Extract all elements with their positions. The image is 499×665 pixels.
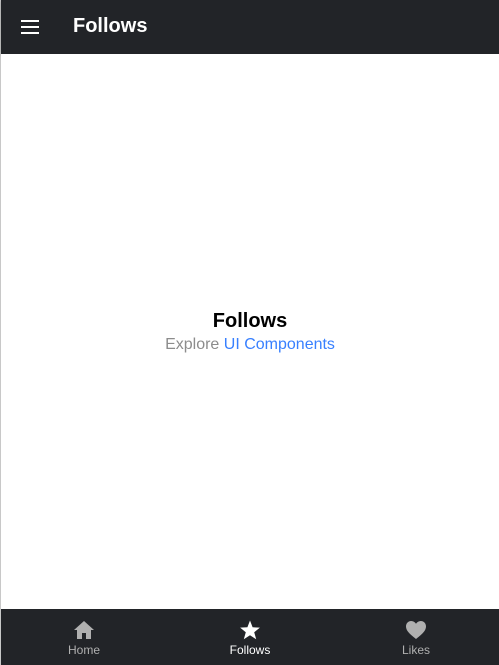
bottom-tab-bar: Home Follows Likes — [1, 609, 499, 665]
home-icon — [72, 619, 96, 641]
heart-icon — [404, 619, 428, 641]
tab-home-label: Home — [67, 643, 100, 657]
tab-home[interactable]: Home — [1, 609, 167, 665]
explore-line: Explore UI Components — [1, 335, 499, 355]
ui-components-link[interactable]: UI Components — [224, 336, 335, 353]
content-title: Follows — [212, 310, 288, 332]
explore-text: Explore — [165, 336, 220, 353]
empty-state: Follows Explore UI Components — [1, 309, 499, 355]
star-icon — [238, 619, 262, 641]
tab-likes-label: Likes — [401, 643, 430, 657]
app-window: Follows Follows Explore UI Components Ho… — [0, 0, 499, 665]
menu-button[interactable] — [11, 8, 49, 46]
tab-follows-label: Follows — [229, 643, 271, 657]
top-toolbar: Follows — [1, 0, 499, 54]
tab-follows[interactable]: Follows — [167, 609, 333, 665]
main-content: Follows Explore UI Components — [1, 54, 499, 609]
tab-likes[interactable]: Likes — [333, 609, 499, 665]
page-title: Follows — [73, 15, 148, 37]
menu-icon — [21, 20, 39, 34]
